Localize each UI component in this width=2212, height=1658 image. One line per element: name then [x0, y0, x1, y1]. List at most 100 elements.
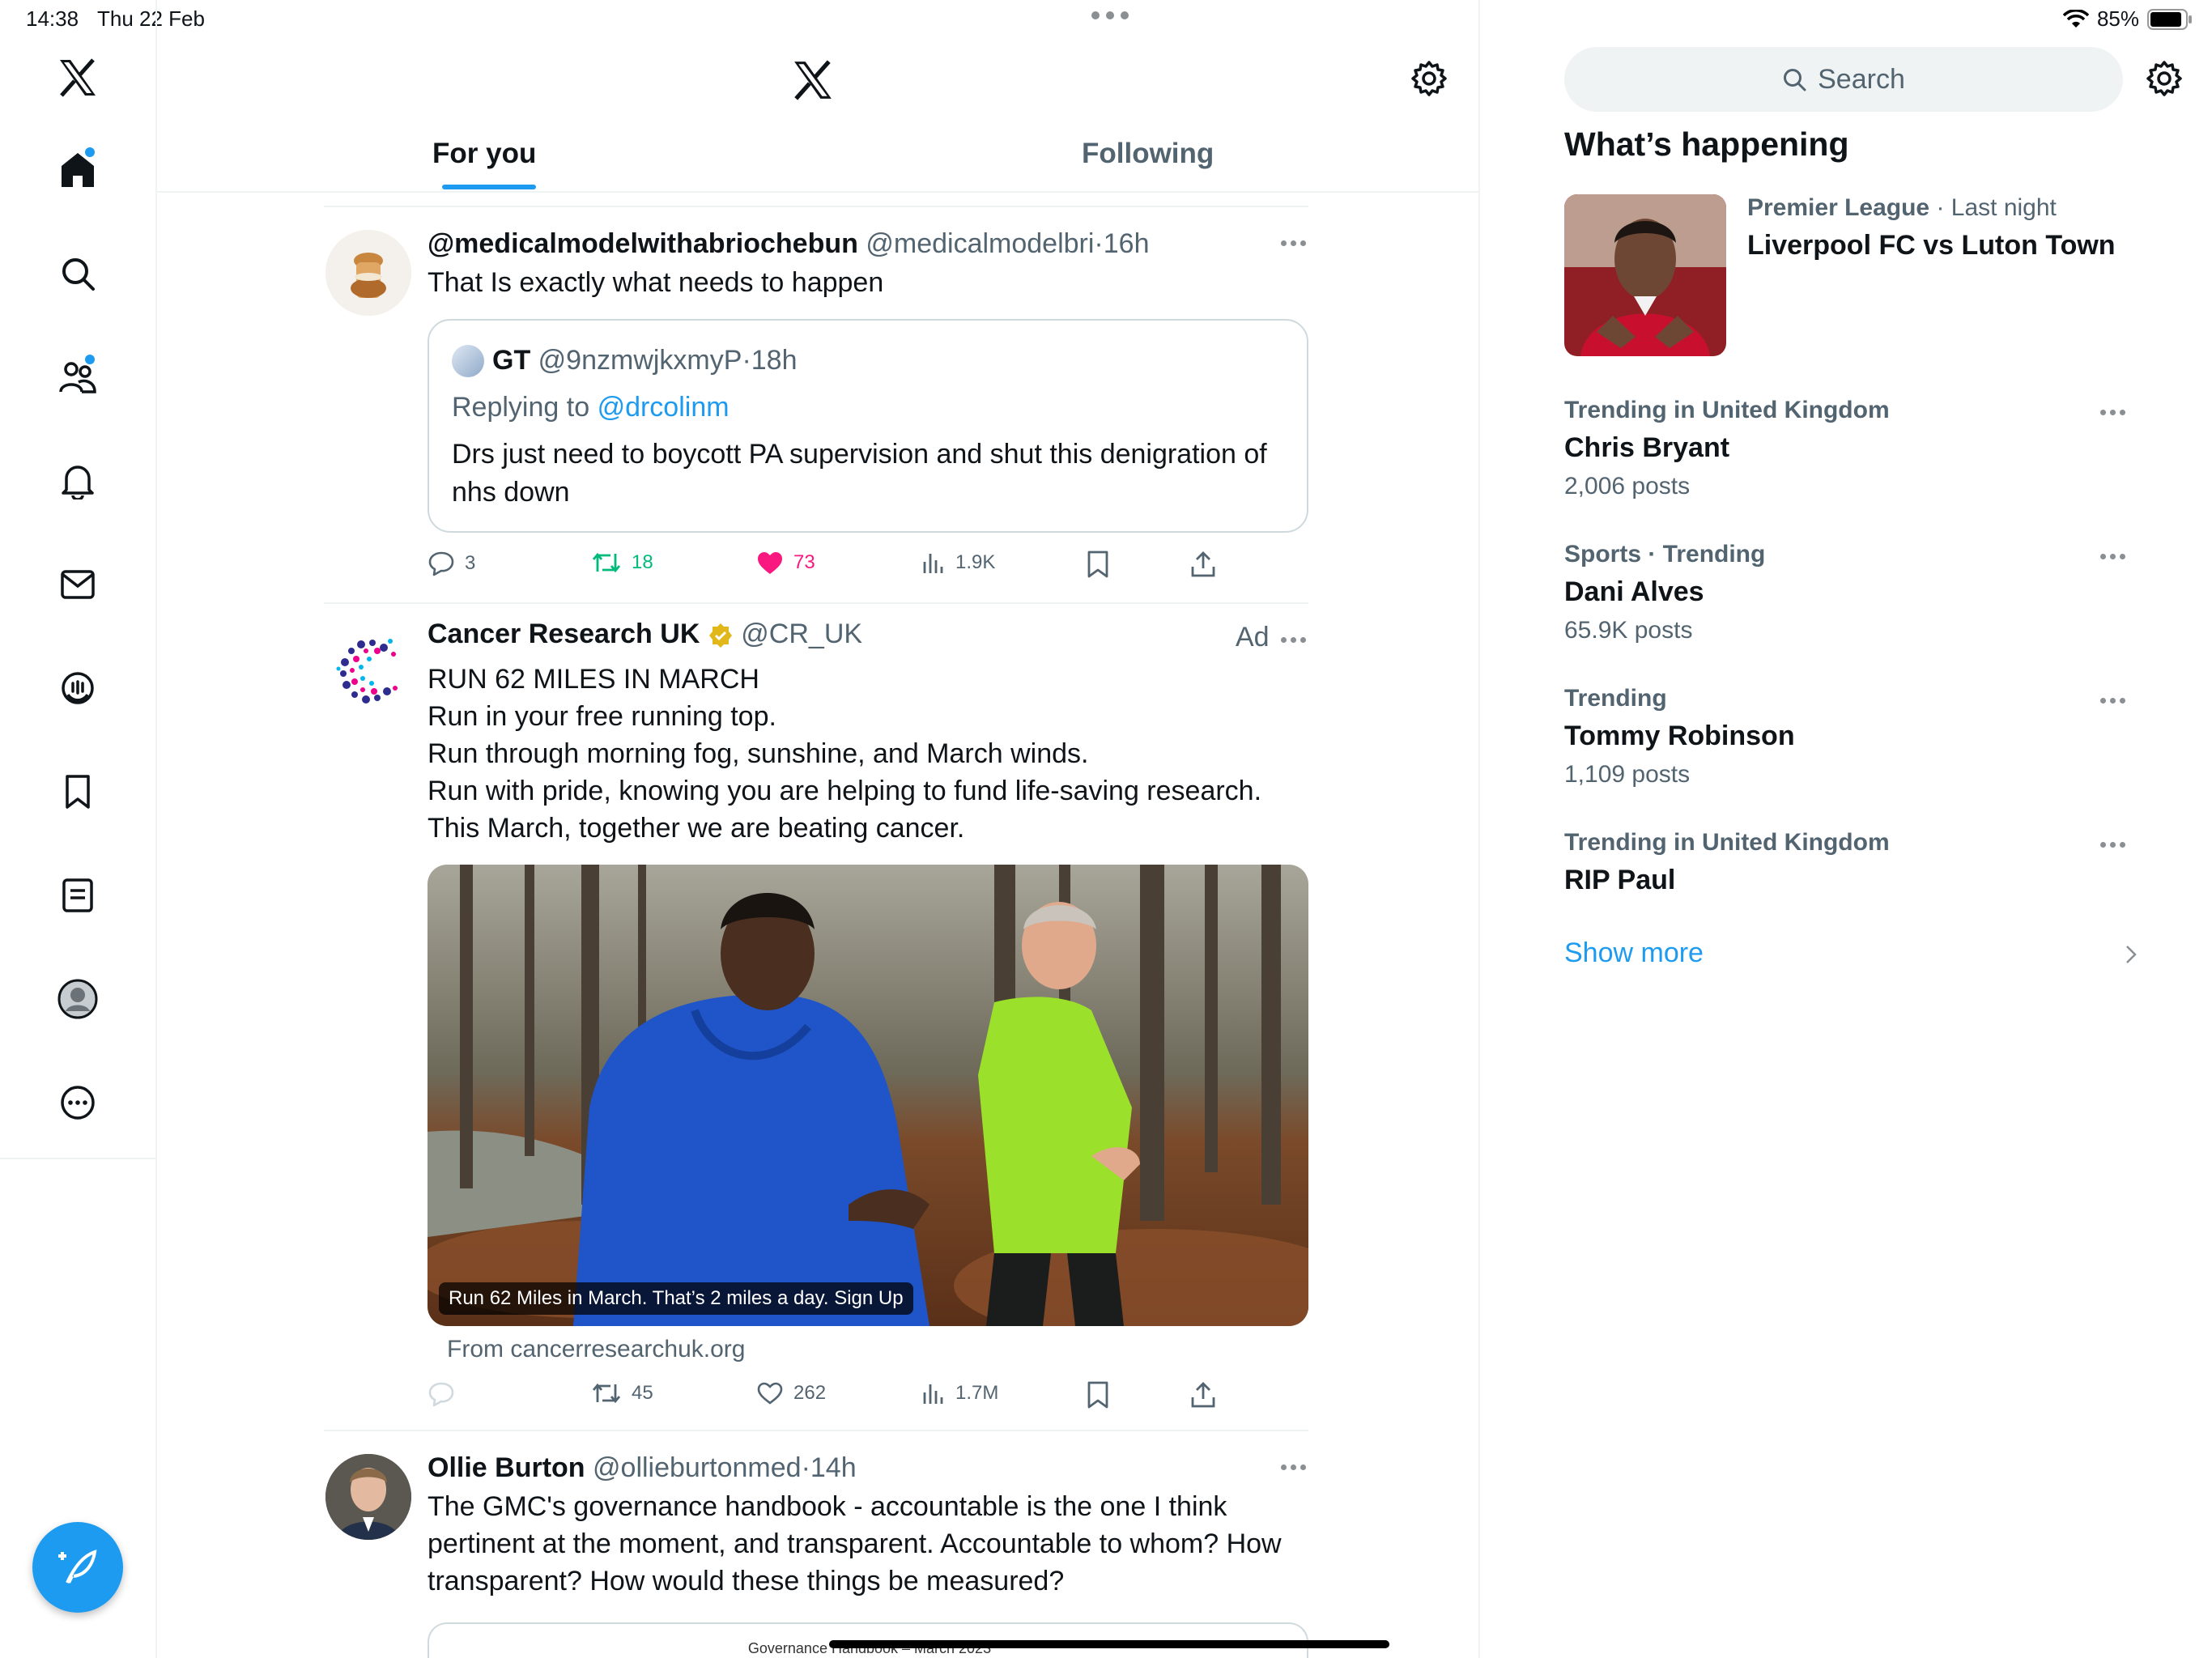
heart-icon	[757, 1382, 783, 1405]
post-author-handle[interactable]: @ollieburtonmed	[593, 1452, 802, 1483]
post-author-handle[interactable]: @medicalmodelbri	[866, 228, 1094, 259]
bookmark-icon	[1087, 551, 1108, 578]
bookmarks-icon[interactable]	[57, 771, 99, 813]
trend-title: RIP Paul	[1564, 865, 1676, 895]
media-caption[interactable]: Run 62 Miles in March. That’s 2 miles a …	[439, 1282, 913, 1315]
reply-count: 3	[465, 552, 476, 574]
trend-meta: Trending in United Kingdom	[1564, 397, 1890, 423]
trend-title: Dani Alves	[1564, 576, 1704, 607]
notifications-icon[interactable]	[57, 460, 99, 502]
dot-separator: ·	[1094, 228, 1104, 259]
avatar[interactable]	[325, 627, 411, 712]
trend-more-icon[interactable]	[2100, 698, 2125, 704]
repost-button[interactable]: 45	[591, 1381, 653, 1405]
sidebar-settings-icon[interactable]	[2146, 60, 2183, 97]
trend-meta: Sports · Trending	[1564, 541, 1766, 568]
trend-meta: Trending in United Kingdom	[1564, 829, 1890, 856]
quoted-time: 18h	[751, 345, 798, 376]
share-button[interactable]	[1190, 551, 1216, 578]
compose-feather-icon	[58, 1550, 97, 1584]
tab-following[interactable]: Following	[1082, 138, 1214, 170]
views-button[interactable]: 1.9K	[921, 551, 995, 575]
like-button[interactable]: 73	[756, 551, 815, 575]
whats-happening-heading: What’s happening	[1564, 125, 1849, 163]
post-text-line: pertinent at the moment, and transparent…	[428, 1528, 1282, 1559]
quoted-post[interactable]: GT @9nzmwjkxmyP·18h Replying to @drcolin…	[428, 319, 1308, 533]
like-button[interactable]: 262	[756, 1381, 826, 1405]
compose-button[interactable]	[32, 1522, 123, 1613]
quoted-author-handle: @9nzmwjkxmyP	[538, 345, 742, 376]
feed-settings-icon[interactable]	[1410, 60, 1448, 97]
feed-sidebar-divider	[1478, 0, 1480, 1658]
dot-separator: ·	[801, 1452, 810, 1483]
views-button[interactable]: 1.7M	[921, 1381, 998, 1405]
home-indicator[interactable]	[829, 1640, 1389, 1648]
status-bar: 14:38 Thu 22 Feb 85%	[0, 0, 2212, 39]
search-placeholder: Search	[1818, 63, 1905, 95]
messages-icon[interactable]	[57, 563, 99, 606]
status-right: 85%	[2062, 6, 2193, 32]
trend-more-icon[interactable]	[2100, 410, 2125, 415]
featured-trend-image	[1564, 194, 1726, 356]
post-more-icon[interactable]	[1281, 1465, 1306, 1470]
quoted-avatar	[452, 345, 484, 377]
ad-media-image[interactable]: Run 62 Miles in March. That’s 2 miles a …	[428, 865, 1308, 1326]
featured-trend-meta: Premier League · Last night	[1747, 194, 2057, 221]
grok-icon[interactable]	[57, 667, 99, 709]
post-text-line: transparent? How would these things be m…	[428, 1566, 1065, 1596]
trend-count: 65.9K posts	[1564, 617, 1693, 644]
share-button[interactable]	[1190, 1381, 1216, 1409]
show-more-link[interactable]: Show more	[1564, 937, 1704, 969]
post-divider	[324, 602, 1308, 604]
chevron-right-icon[interactable]	[2125, 944, 2138, 965]
nav-divider	[0, 1158, 157, 1159]
search-input[interactable]: Search	[1564, 47, 2123, 112]
post-author-name[interactable]: Cancer Research UK	[428, 619, 700, 649]
post-author-name[interactable]: @medicalmodelwithabriochebun	[428, 228, 858, 259]
post-author-handle[interactable]: @CR_UK	[741, 619, 862, 649]
post-text-line: Run with pride, knowing you are helping …	[428, 776, 1262, 806]
trend-meta: Trending	[1564, 685, 1667, 712]
avatar[interactable]	[325, 230, 411, 316]
lists-icon[interactable]	[57, 874, 99, 916]
active-tab-indicator	[442, 185, 536, 189]
left-nav	[0, 0, 157, 1658]
bookmark-button[interactable]	[1087, 551, 1109, 578]
post-author-name[interactable]: Ollie Burton	[428, 1452, 585, 1483]
repost-icon	[592, 1383, 621, 1404]
ad-label: Ad	[1236, 622, 1270, 653]
replying-to-link[interactable]: @drcolinm	[598, 392, 730, 423]
featured-trend-title: Liverpool FC vs Luton Town	[1747, 230, 2116, 261]
post-time[interactable]: 16h	[1104, 228, 1150, 259]
reply-button[interactable]: 3	[428, 551, 475, 576]
repost-button[interactable]: 18	[591, 551, 653, 575]
trend-more-icon[interactable]	[2100, 554, 2125, 559]
post-more-icon[interactable]	[1281, 637, 1306, 643]
avatar[interactable]	[325, 1454, 411, 1540]
more-icon[interactable]	[57, 1082, 99, 1124]
repost-count: 45	[632, 1382, 653, 1404]
header-x-logo-icon	[792, 60, 834, 100]
bookmark-button[interactable]	[1087, 1381, 1109, 1409]
search-icon[interactable]	[57, 253, 99, 295]
profile-icon[interactable]	[57, 978, 99, 1020]
post-time[interactable]: 14h	[810, 1452, 857, 1483]
share-icon	[1191, 551, 1215, 577]
battery-icon	[2147, 8, 2192, 30]
wifi-icon	[2062, 9, 2089, 28]
quoted-author-name: GT	[492, 345, 531, 376]
verified-badge-icon	[708, 623, 734, 648]
post-divider	[324, 1430, 1308, 1431]
post-text-line: The GMC's governance handbook - accounta…	[428, 1491, 1227, 1522]
ad-source-link[interactable]: From cancerresearchuk.org	[447, 1336, 745, 1363]
reply-icon	[428, 551, 454, 576]
trend-more-icon[interactable]	[2100, 842, 2125, 848]
replying-to-label: Replying to	[452, 392, 590, 423]
post-more-icon[interactable]	[1281, 240, 1306, 246]
multitasking-dots-icon[interactable]	[1091, 11, 1129, 19]
post-text: That Is exactly what needs to happen	[428, 267, 884, 298]
tab-for-you[interactable]: For you	[432, 138, 536, 170]
reply-button[interactable]	[428, 1381, 465, 1407]
like-count: 73	[793, 551, 815, 573]
x-logo-icon[interactable]	[57, 57, 99, 99]
